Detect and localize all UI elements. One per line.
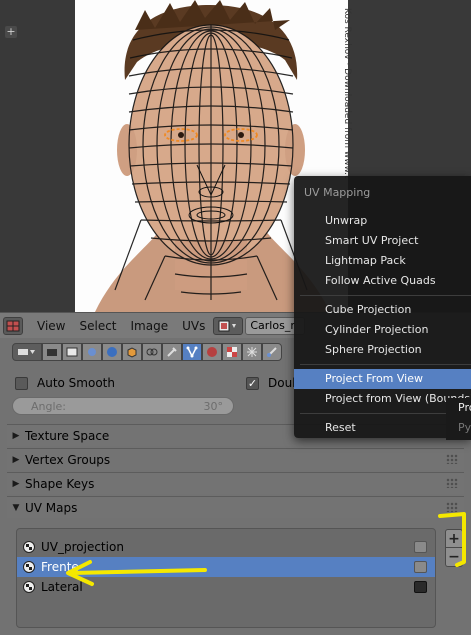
submenu-item: Py xyxy=(458,421,471,434)
wrench-icon xyxy=(167,347,177,357)
material-icon xyxy=(207,347,217,357)
menu-item-sphere-projection[interactable]: Sphere Projection xyxy=(294,340,471,360)
uv-mapping-menu: UV Mapping Unwrap Smart UV Project Light… xyxy=(294,176,471,438)
menu-item-follow-active-quads[interactable]: Follow Active Quads xyxy=(294,271,471,291)
cube-icon xyxy=(127,347,137,358)
auto-smooth-label: Auto Smooth xyxy=(37,376,115,390)
auto-smooth-row[interactable]: Auto Smooth xyxy=(15,376,115,390)
mesh-vertices-icon xyxy=(186,346,198,358)
image-browse-button[interactable] xyxy=(213,316,244,335)
drag-handle-icon[interactable] xyxy=(446,502,458,512)
uv-map-add-remove: + − xyxy=(445,529,463,569)
collapsed-triangle-icon: ▶ xyxy=(12,478,20,489)
add-uv-map-button[interactable]: + xyxy=(445,529,463,548)
menu-item-project-from-view-bounds[interactable]: Project from View (Bounds) xyxy=(294,389,471,409)
panel-title: Texture Space xyxy=(25,428,110,443)
particles-icon xyxy=(247,347,257,357)
menu-title: UV Mapping xyxy=(304,186,371,199)
menu-separator xyxy=(300,295,471,296)
menu-item-project-from-view[interactable]: Project From View xyxy=(294,369,471,389)
tab-material[interactable] xyxy=(202,343,222,361)
menu-item-reset[interactable]: Reset xyxy=(294,418,471,438)
view-menu[interactable]: View xyxy=(37,319,65,333)
tab-world[interactable] xyxy=(102,343,122,361)
menu-item-unwrap[interactable]: Unwrap xyxy=(294,211,471,231)
image-menu[interactable]: Image xyxy=(131,319,169,333)
panel-uv-maps[interactable]: ▼ UV Maps xyxy=(7,496,464,518)
render-camera-icon[interactable] xyxy=(414,541,427,553)
menu-separator xyxy=(300,364,471,365)
watermark-text: Kos Rexhov · Downloaded from www.t xyxy=(342,8,352,179)
editor-menu-button[interactable] xyxy=(12,343,42,361)
menu-item-cube-projection[interactable]: Cube Projection xyxy=(294,300,471,320)
uv-map-name: Frente xyxy=(41,560,79,574)
uvs-menu[interactable]: UVs xyxy=(182,319,205,333)
panel-title: Vertex Groups xyxy=(25,452,111,467)
physics-icon xyxy=(267,347,277,357)
tab-modifiers[interactable] xyxy=(162,343,182,361)
panel-title: Shape Keys xyxy=(25,476,95,491)
uv-maps-list: UV_projection Frente Lateral xyxy=(16,528,436,628)
uv-map-item[interactable]: Lateral xyxy=(17,577,435,597)
uv-map-icon xyxy=(23,561,35,573)
auto-smooth-checkbox[interactable] xyxy=(15,376,28,390)
menu-item-smart-uv-project[interactable]: Smart UV Project xyxy=(294,231,471,251)
panel-vertex-groups[interactable]: ▶ Vertex Groups xyxy=(7,448,464,470)
drag-handle-icon[interactable] xyxy=(446,478,458,488)
uv-editor-icon xyxy=(6,320,20,331)
tab-render-layers[interactable] xyxy=(62,343,82,361)
expanded-triangle-icon: ▼ xyxy=(12,502,20,513)
angle-value: 30° xyxy=(203,399,224,413)
render-camera-icon[interactable] xyxy=(414,561,427,573)
uv-map-item[interactable]: Frente xyxy=(17,557,435,577)
remove-uv-map-button[interactable]: − xyxy=(445,548,463,567)
scene-icon xyxy=(88,348,96,356)
tab-object[interactable] xyxy=(122,343,142,361)
tab-physics[interactable] xyxy=(262,343,282,361)
image-icon xyxy=(66,347,78,357)
panel-title: UV Maps xyxy=(25,500,78,515)
tab-data[interactable] xyxy=(182,343,202,361)
tab-particles[interactable] xyxy=(242,343,262,361)
double-sided-row[interactable]: ✓ Doub xyxy=(246,376,300,390)
collapsed-triangle-icon: ▶ xyxy=(12,454,20,465)
texture-icon xyxy=(227,347,237,357)
angle-label: Angle: xyxy=(31,399,67,413)
tab-scene[interactable] xyxy=(82,343,102,361)
uv-map-icon xyxy=(23,541,35,553)
properties-context-tabs xyxy=(12,342,282,362)
tooltip-submenu: Pro Py xyxy=(446,398,471,440)
image-browse-icon xyxy=(218,320,237,331)
drag-handle-icon[interactable] xyxy=(446,454,458,464)
select-menu[interactable]: Select xyxy=(79,319,116,333)
uv-map-name: UV_projection xyxy=(41,540,124,554)
camera-icon xyxy=(47,349,57,356)
uv-map-name: Lateral xyxy=(41,580,83,594)
viewport-toolshelf-plus-icon[interactable]: + xyxy=(5,26,17,38)
angle-slider[interactable]: Angle: 30° xyxy=(12,397,234,415)
tab-constraints[interactable] xyxy=(142,343,162,361)
properties-icon xyxy=(18,349,35,355)
uv-map-item[interactable]: UV_projection xyxy=(17,537,435,557)
panel-shape-keys[interactable]: ▶ Shape Keys xyxy=(7,472,464,494)
menu-item-lightmap-pack[interactable]: Lightmap Pack xyxy=(294,251,471,271)
menu-item-cylinder-projection[interactable]: Cylinder Projection xyxy=(294,320,471,340)
editor-type-button[interactable] xyxy=(3,316,23,335)
submenu-item[interactable]: Pro xyxy=(446,398,471,418)
uv-map-icon xyxy=(23,581,35,593)
tab-texture[interactable] xyxy=(222,343,242,361)
double-sided-checkbox[interactable]: ✓ xyxy=(246,376,259,390)
tab-render[interactable] xyxy=(42,343,62,361)
world-icon xyxy=(107,347,117,357)
render-camera-icon[interactable] xyxy=(414,581,427,593)
link-icon xyxy=(146,348,158,356)
collapsed-triangle-icon: ▶ xyxy=(12,430,20,441)
